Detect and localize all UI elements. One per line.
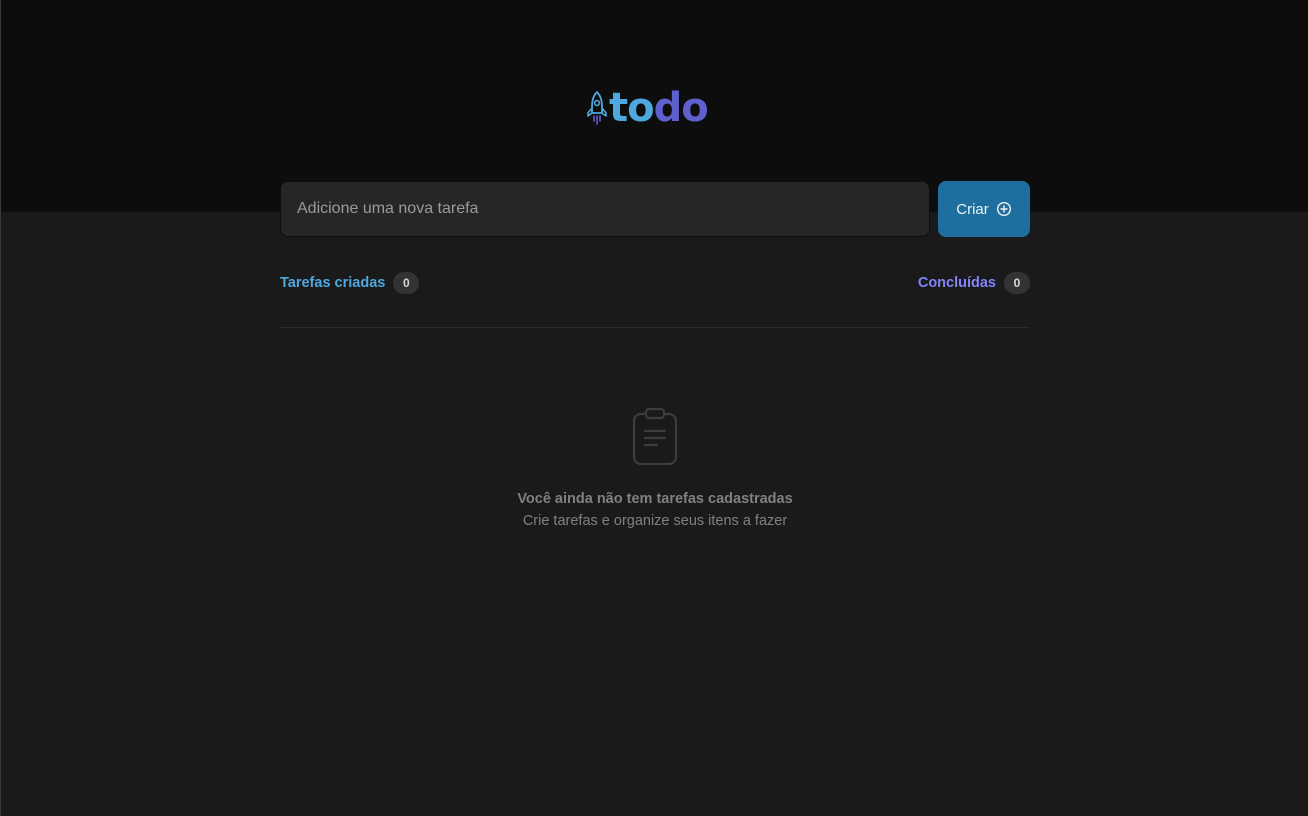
divider [280, 327, 1030, 328]
logo: todo [585, 84, 709, 132]
logo-text-start: to [609, 85, 655, 131]
logo-text: todo [609, 84, 709, 132]
empty-state-subtitle: Crie tarefas e organize seus itens a faz… [522, 513, 788, 529]
empty-state: Você ainda não tem tarefas cadastradas C… [280, 404, 1030, 532]
empty-state-title: Você ainda não tem tarefas cadastradas [517, 491, 793, 507]
created-count-badge: 0 [393, 272, 420, 294]
create-button[interactable]: Criar [938, 181, 1030, 237]
plus-circle-icon [996, 201, 1011, 217]
clipboard-icon [632, 407, 678, 466]
task-counters: Tarefas criadas 0 Concluídas 0 [280, 270, 1030, 296]
done-counter: Concluídas 0 [918, 272, 1030, 294]
new-task-input[interactable] [280, 181, 930, 237]
create-button-label: Criar [956, 200, 989, 218]
done-count-badge: 0 [1004, 272, 1030, 294]
created-label: Tarefas criadas [280, 275, 386, 291]
rocket-icon [587, 91, 607, 125]
logo-text-end: do [653, 85, 709, 131]
done-label: Concluídas [917, 275, 996, 291]
app-page: todo Criar Tarefas criadas 0 Concluídas … [0, 0, 1308, 816]
created-counter: Tarefas criadas 0 [280, 272, 420, 294]
